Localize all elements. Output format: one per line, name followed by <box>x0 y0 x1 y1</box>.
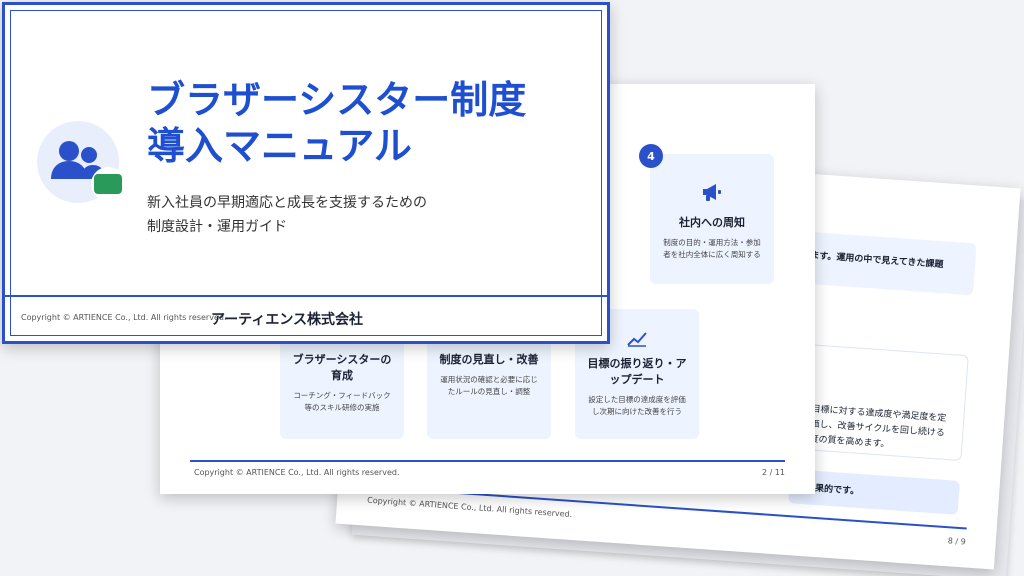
back-page-number: 8 / 9 <box>947 536 967 547</box>
step-4-title: 社内への周知 <box>679 216 745 229</box>
step-desc: 設定した目標の達成度を評価し次期に向けた改善を行う <box>588 395 686 416</box>
mid-copyright: Copyright © ARTIENCE Co., Ltd. All right… <box>194 468 400 477</box>
mid-page-number: 2 / 11 <box>761 468 785 477</box>
step-title: 制度の見直し・改善 <box>439 353 539 366</box>
cover-title: ブラザーシスター制度 導入マニュアル <box>147 77 526 169</box>
mid-footer-line <box>190 460 785 462</box>
cover-title-line-1: ブラザーシスター制度 <box>147 78 527 122</box>
step-4-desc: 制度の目的・運用方法・参加者を社内全体に広く周知する <box>663 238 761 259</box>
megaphone-icon <box>650 182 774 207</box>
cover-footer-line <box>5 295 607 297</box>
cover-title-line-2: 導入マニュアル <box>147 124 412 168</box>
cover-subtitle: 新入社員の早期適応と成長を支援するための 制度設計・運用ガイド <box>147 191 427 239</box>
step-desc: コーチング・フィードバック等のスキル研修の実施 <box>293 391 391 412</box>
cover-company-name: アーティエンス株式会社 <box>211 312 364 328</box>
cover-subtitle-line-2: 制度設計・運用ガイド <box>147 219 287 235</box>
cover-subtitle-line-1: 新入社員の早期適応と成長を支援するための <box>147 195 427 211</box>
step-title: 目標の振り返り・アップデート <box>587 357 687 386</box>
step-title: ブラザーシスターの育成 <box>292 353 392 382</box>
cover-copyright: Copyright © ARTIENCE Co., Ltd. All right… <box>21 313 227 322</box>
handshake-icon <box>91 167 125 201</box>
step-4-number: 4 <box>639 144 663 168</box>
step-card-4: 社内への周知 制度の目的・運用方法・参加者を社内全体に広く周知する <box>650 154 774 284</box>
step-desc: 運用状況の確認と必要に応じたルールの見直し・調整 <box>440 375 538 396</box>
slide-cover[interactable]: ブラザーシスター制度 導入マニュアル 新入社員の早期適応と成長を支援するための … <box>2 2 610 344</box>
